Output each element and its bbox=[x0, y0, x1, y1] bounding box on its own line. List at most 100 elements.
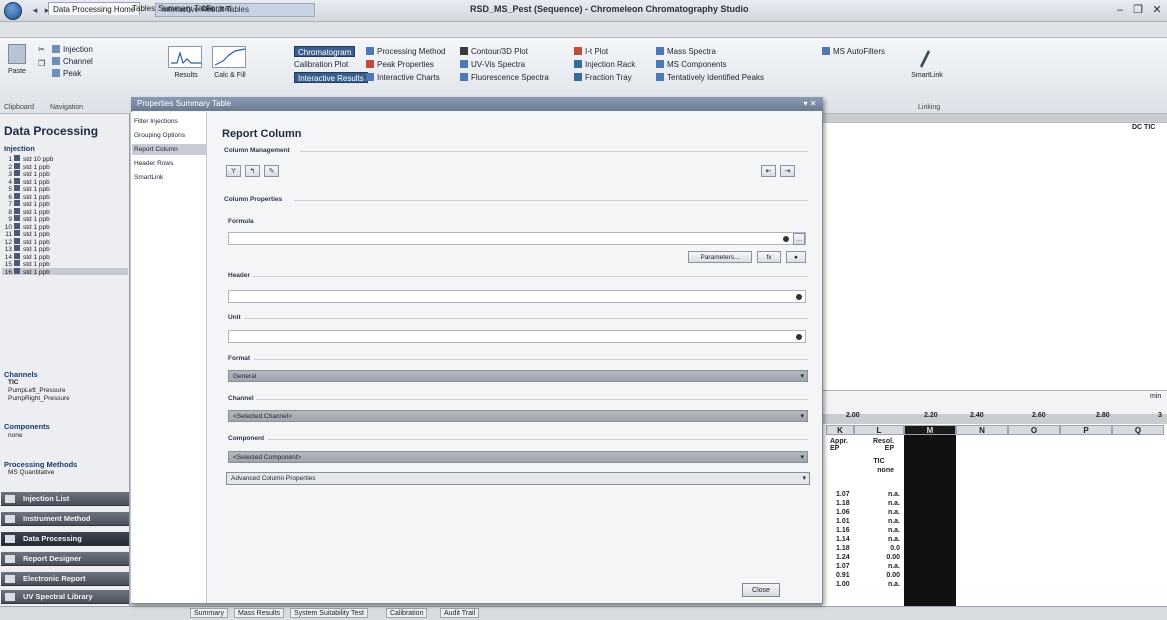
column-header[interactable]: M bbox=[904, 425, 956, 435]
dialog-nav-grouping-options[interactable]: Grouping Options bbox=[132, 130, 206, 141]
paste-button[interactable]: Paste bbox=[4, 68, 30, 75]
fluorescence-spectra-button[interactable]: Fluorescence Spectra bbox=[460, 72, 549, 83]
smartlink-icon[interactable] bbox=[916, 48, 932, 68]
chromatogram-plot-area[interactable] bbox=[822, 122, 1167, 390]
table-cell[interactable]: 1.16 bbox=[836, 526, 856, 535]
close-dialog-button[interactable]: Close bbox=[742, 583, 780, 597]
fraction-tray-button[interactable]: Fraction Tray bbox=[574, 72, 632, 83]
calc-fill-icon[interactable] bbox=[212, 46, 246, 68]
components-header[interactable]: Components bbox=[4, 422, 50, 431]
status-tab-calibration[interactable]: Calibration bbox=[386, 608, 428, 618]
injection-item[interactable]: 12 std 1 ppb bbox=[2, 237, 128, 246]
table-cell[interactable]: n.a. bbox=[866, 580, 900, 589]
dialog-nav-filter-injections[interactable]: Filter Injections bbox=[132, 116, 206, 127]
table-cell[interactable]: 1.06 bbox=[836, 508, 856, 517]
injection-item[interactable]: 4 std 1 ppb bbox=[2, 177, 128, 186]
table-cell[interactable]: 0.91 bbox=[836, 571, 856, 580]
table-cell[interactable]: 1.18 bbox=[836, 499, 856, 508]
injection-item[interactable]: 3 std 1 ppb bbox=[2, 170, 128, 178]
paste-icon[interactable] bbox=[8, 44, 26, 64]
column-header[interactable]: K bbox=[826, 425, 854, 435]
injection-item[interactable]: 15 std 1 ppb bbox=[2, 260, 128, 268]
table-cell[interactable]: n.a. bbox=[866, 535, 900, 544]
tentatively-identified-peaks-button[interactable]: Tentatively Identified Peaks bbox=[656, 72, 764, 83]
injection-item[interactable]: 13 std 1 ppb bbox=[2, 245, 128, 253]
component-item[interactable]: none bbox=[8, 432, 22, 440]
component-select[interactable]: <Selected Component> ▾ bbox=[228, 451, 808, 463]
table-cell[interactable]: n.a. bbox=[866, 526, 900, 535]
injection-item[interactable]: 11 std 1 ppb bbox=[2, 230, 128, 238]
injection-item[interactable]: 10 std 1 ppb bbox=[2, 222, 128, 231]
filter-icon[interactable]: Y bbox=[226, 165, 241, 177]
nav-injection-list[interactable]: Injection List bbox=[1, 492, 129, 506]
table-cell[interactable]: 1.14 bbox=[836, 535, 856, 544]
formula-field[interactable] bbox=[228, 232, 806, 245]
results-button[interactable]: Results bbox=[166, 72, 206, 79]
channel-item[interactable]: TIC bbox=[8, 379, 18, 387]
table-cell[interactable]: n.a. bbox=[866, 499, 900, 508]
table-cell[interactable]: 1.01 bbox=[836, 517, 856, 526]
status-tab-system-suitability[interactable]: System Suitability Test bbox=[290, 608, 368, 618]
channels-header[interactable]: Channels bbox=[4, 370, 38, 379]
table-cell[interactable]: n.a. bbox=[866, 517, 900, 526]
column-header[interactable]: N bbox=[956, 425, 1008, 435]
injection-item[interactable]: 1 std 10 ppb bbox=[2, 155, 128, 163]
nav-uv-spectral-library[interactable]: UV Spectral Library bbox=[1, 590, 129, 604]
status-tab-summary[interactable]: Summary bbox=[190, 608, 228, 618]
dialog-close-icon[interactable]: ▾ ✕ bbox=[800, 97, 820, 111]
table-cell[interactable]: 1.00 bbox=[836, 580, 856, 589]
table-cell[interactable]: 0.00 bbox=[866, 553, 900, 562]
nav-electronic-report[interactable]: Electronic Report bbox=[1, 572, 129, 586]
tab-format[interactable]: Format bbox=[202, 2, 235, 15]
cut-icon[interactable]: ✂ bbox=[38, 44, 45, 55]
injection-item[interactable]: 2 std 1 ppb bbox=[2, 162, 128, 171]
formula-help-icon[interactable]: ● bbox=[786, 251, 806, 263]
column-header[interactable]: P bbox=[1060, 425, 1112, 435]
injection-rack-button[interactable]: Injection Rack bbox=[574, 59, 635, 70]
processing-method-item[interactable]: MS Quantitative bbox=[8, 469, 54, 477]
table-cell[interactable]: 0.00 bbox=[866, 571, 900, 580]
nav-injection[interactable]: Injection bbox=[52, 44, 93, 55]
nav-report-designer[interactable]: Report Designer bbox=[1, 552, 129, 566]
mass-spectra-button[interactable]: Mass Spectra bbox=[656, 46, 716, 57]
chromatogram-button[interactable]: Chromatogram bbox=[294, 46, 356, 57]
dialog-nav-report-column[interactable]: Report Column bbox=[132, 144, 206, 155]
channel-select[interactable]: <Selected Channel> ▾ bbox=[228, 410, 808, 422]
move-left-icon[interactable]: ⇤ bbox=[761, 165, 776, 177]
injection-item[interactable]: 16 std 1 ppb bbox=[2, 267, 128, 276]
table-cell[interactable]: 1.18 bbox=[836, 544, 856, 553]
injection-item[interactable]: 9 std 1 ppb bbox=[2, 215, 128, 223]
nav-channel[interactable]: Channel bbox=[52, 56, 93, 67]
nav-instrument-method[interactable]: Instrument Method bbox=[1, 512, 129, 526]
formula-browse-button[interactable]: … bbox=[793, 233, 805, 245]
back-icon[interactable]: ◂ bbox=[30, 5, 40, 15]
close-button[interactable]: ✕ bbox=[1149, 3, 1165, 17]
parameters-button[interactable]: Parameters... bbox=[688, 251, 752, 263]
table-cell[interactable]: n.a. bbox=[866, 562, 900, 571]
injection-item[interactable]: 14 std 1 ppb bbox=[2, 252, 128, 261]
dialog-nav-header-rows[interactable]: Header Rows bbox=[132, 158, 206, 169]
injections-header[interactable]: Injection bbox=[4, 144, 35, 153]
status-tab-audit-trail[interactable]: Audit Trail bbox=[440, 608, 480, 618]
table-cell[interactable]: 0.0 bbox=[866, 544, 900, 553]
it-plot-button[interactable]: I-t Plot bbox=[574, 46, 608, 57]
contour-3d-plot-button[interactable]: Contour/3D Plot bbox=[460, 46, 528, 57]
injection-item[interactable]: 8 std 1 ppb bbox=[2, 207, 128, 216]
table-cell[interactable]: 1.07 bbox=[836, 562, 856, 571]
selected-column[interactable] bbox=[904, 435, 956, 607]
copy-icon[interactable]: ❐ bbox=[38, 58, 45, 69]
interactive-results-button[interactable]: Interactive Results bbox=[294, 72, 368, 83]
peak-properties-button[interactable]: Peak Properties bbox=[366, 59, 434, 70]
dialog-nav-smartlink[interactable]: SmartLink bbox=[132, 172, 206, 183]
processing-methods-header[interactable]: Processing Methods bbox=[4, 460, 77, 469]
processing-method-button[interactable]: Processing Method bbox=[366, 46, 445, 57]
interactive-charts-button[interactable]: Interactive Charts bbox=[366, 72, 440, 83]
column-header[interactable]: L bbox=[854, 425, 904, 435]
column-header[interactable]: Q bbox=[1112, 425, 1164, 435]
restore-button[interactable]: ❐ bbox=[1130, 3, 1146, 17]
insert-column-icon[interactable]: ↰ bbox=[245, 165, 260, 177]
ms-autofilters-button[interactable]: MS AutoFilters bbox=[822, 46, 885, 57]
app-menu-button[interactable] bbox=[4, 2, 22, 20]
format-select[interactable]: General ▾ bbox=[228, 370, 808, 382]
channel-item[interactable]: PumpRight_Pressure bbox=[8, 395, 70, 403]
